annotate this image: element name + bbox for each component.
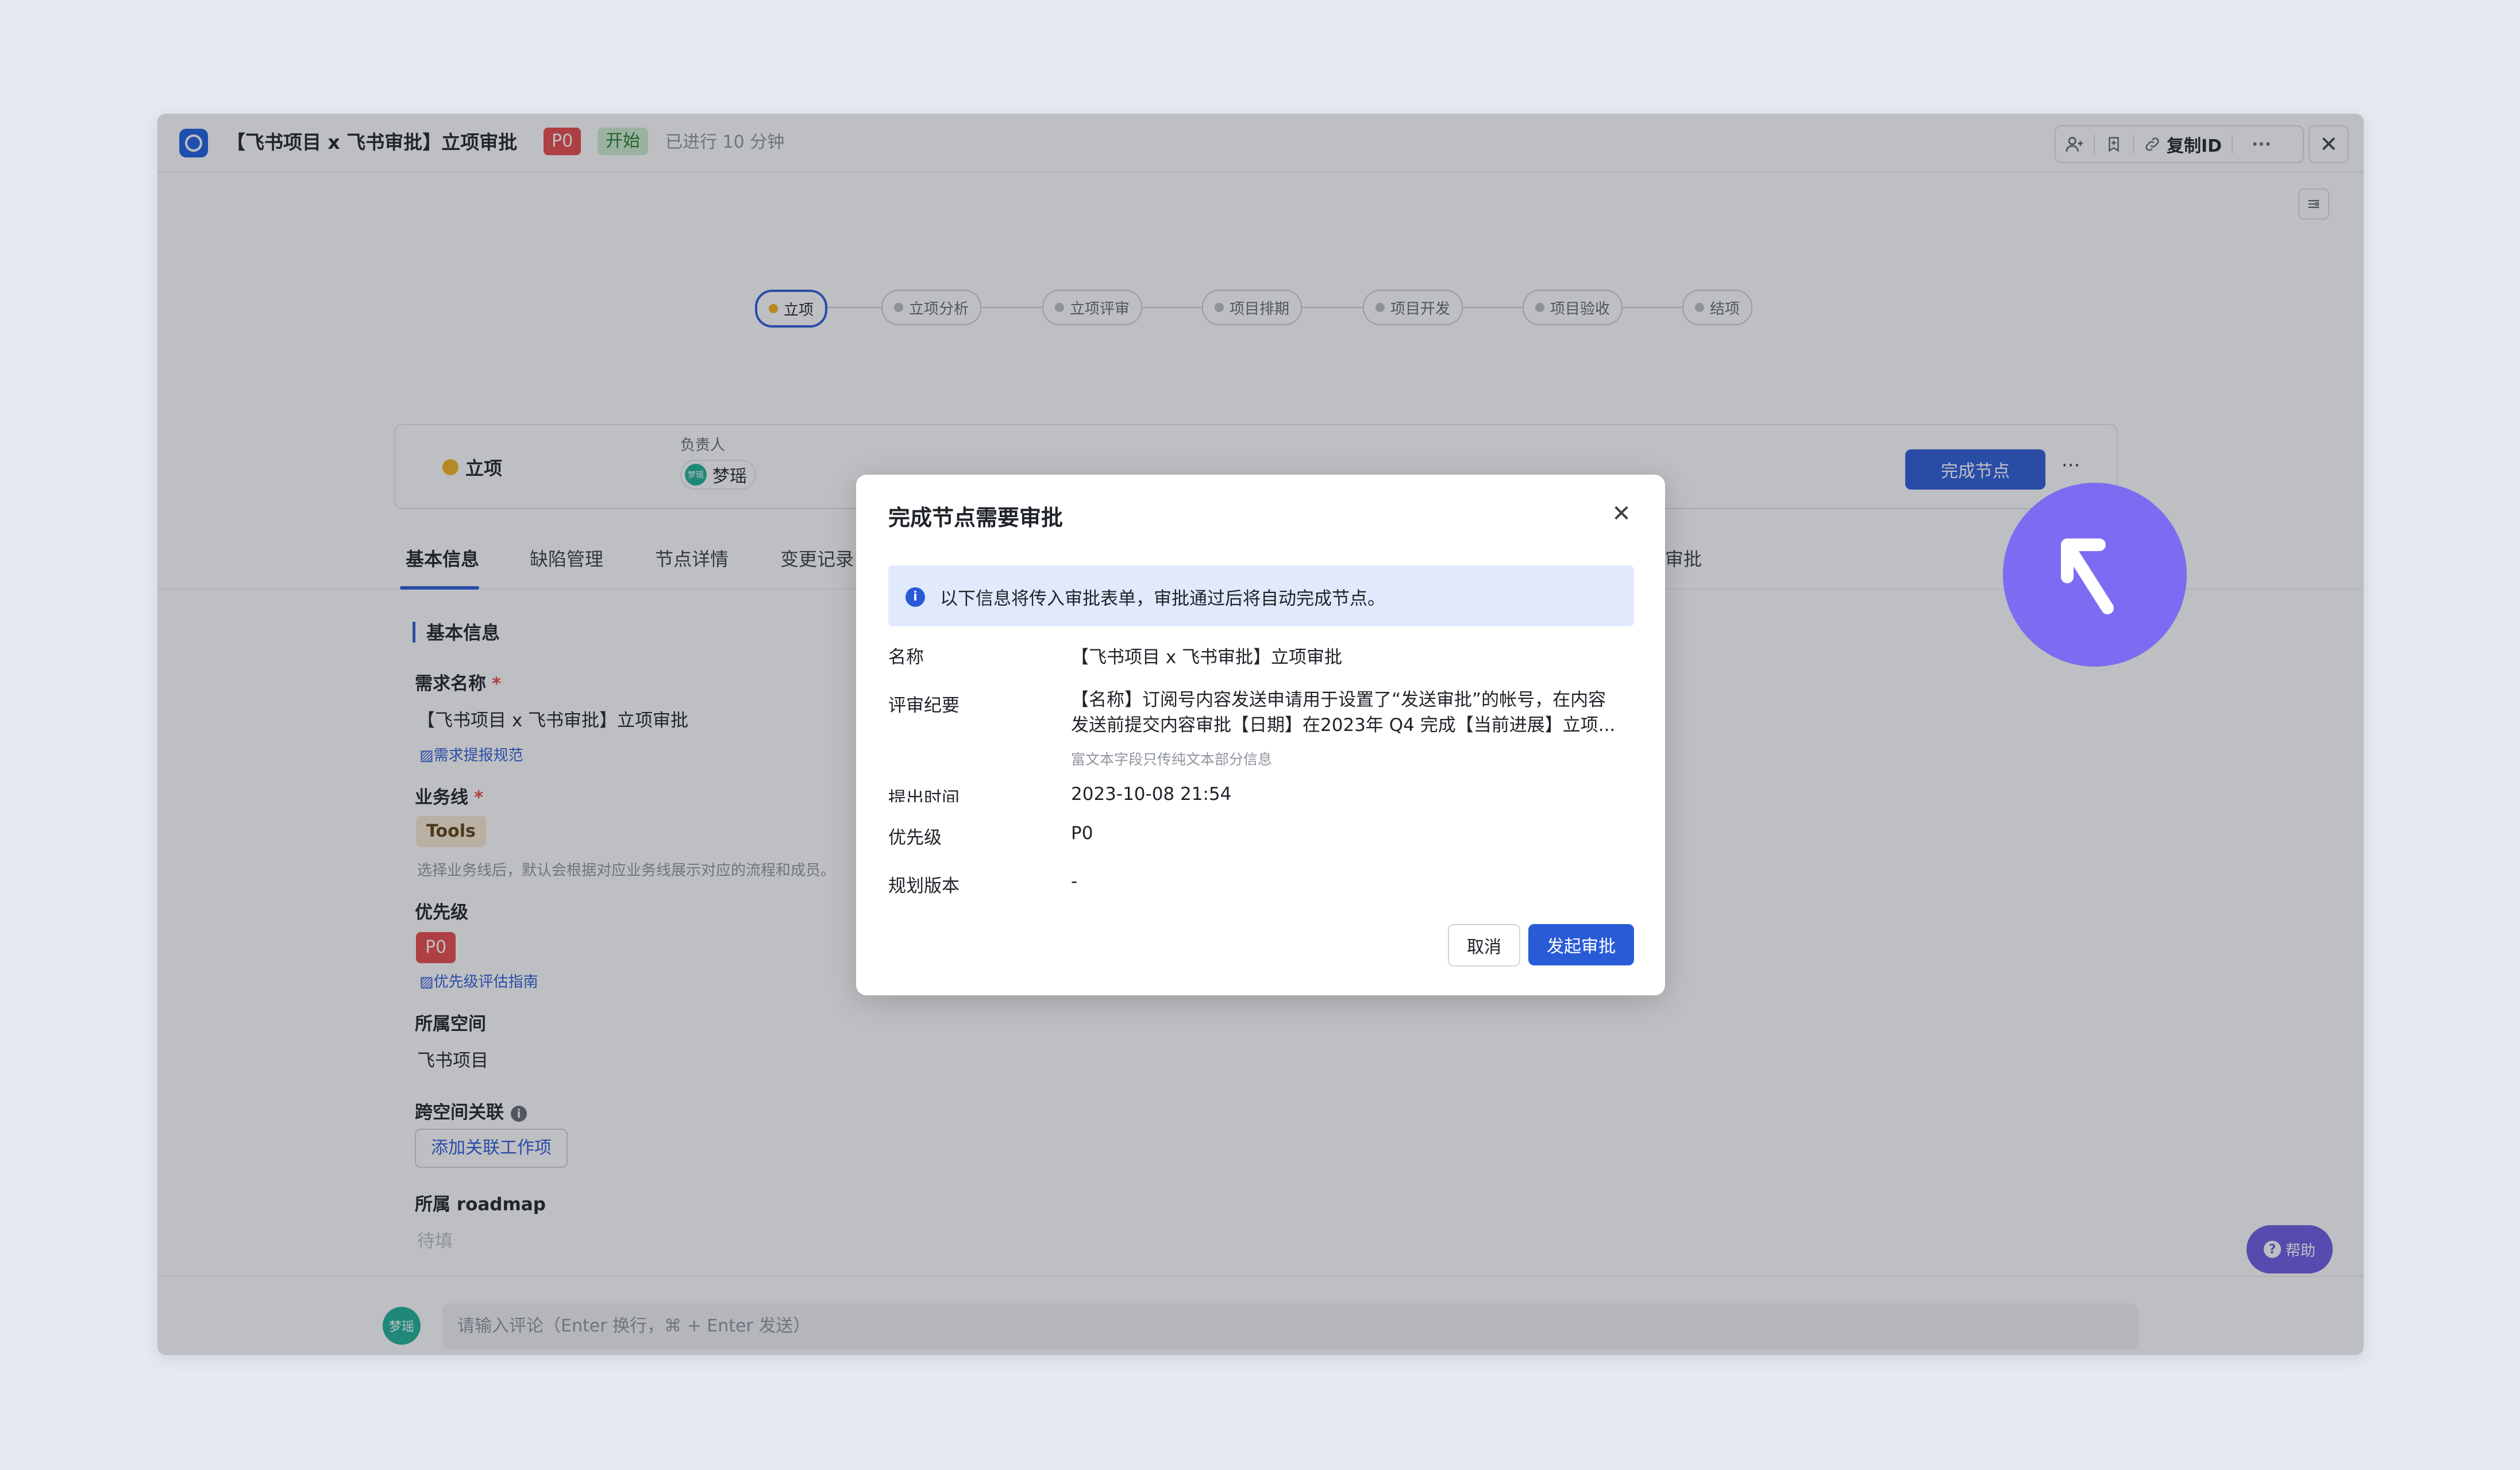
form-fields-lower[interactable]: 优先级 P0 规划版本 - (888, 803, 1635, 902)
info-icon: i (905, 587, 925, 607)
version-value: - (1071, 871, 1078, 892)
info-banner: i 以下信息将传入审批表单，审批通过后将自动完成节点。 (888, 565, 1634, 626)
approval-dialog: 完成节点需要审批 ✕ i 以下信息将传入审批表单，审批通过后将自动完成节点。 名… (856, 475, 1665, 995)
submit-approval-button[interactable]: 发起审批 (1528, 924, 1634, 965)
summary-note: 富文本字段只传纯文本部分信息 (1071, 751, 1273, 768)
priority-label: 优先级 (888, 828, 942, 848)
cursor-highlight (2003, 483, 2187, 667)
time-value: 2023-10-08 21:54 (1071, 784, 1232, 802)
time-label: 提出时间 (888, 788, 960, 802)
name-value: 【飞书项目 x 飞书审批】立项审批 (1071, 647, 1343, 668)
priority-value: P0 (1071, 823, 1093, 844)
summary-label: 评审纪要 (888, 695, 960, 716)
summary-value: 【名称】订阅号内容发送申请用于设置了“发送审批”的帐号，在内容 发送前提交内容审… (1071, 687, 1623, 738)
version-label: 规划版本 (888, 876, 960, 896)
summary-line: 发送前提交内容审批【日期】在2023年 Q4 完成【当前进展】立项... (1071, 715, 1616, 736)
banner-text: 以下信息将传入审批表单，审批通过后将自动完成节点。 (940, 588, 1385, 609)
cursor-arrow-icon (2061, 538, 2114, 614)
summary-line: 【名称】订阅号内容发送申请用于设置了“发送审批”的帐号，在内容 (1071, 690, 1606, 710)
close-icon[interactable]: ✕ (1610, 502, 1633, 525)
cancel-button[interactable]: 取消 (1448, 924, 1520, 967)
name-label: 名称 (888, 647, 924, 668)
form-fields[interactable]: 名称 【飞书项目 x 飞书审批】立项审批 评审纪要 【名称】订阅号内容发送申请用… (888, 636, 1635, 802)
dialog-title: 完成节点需要审批 (888, 505, 1064, 530)
